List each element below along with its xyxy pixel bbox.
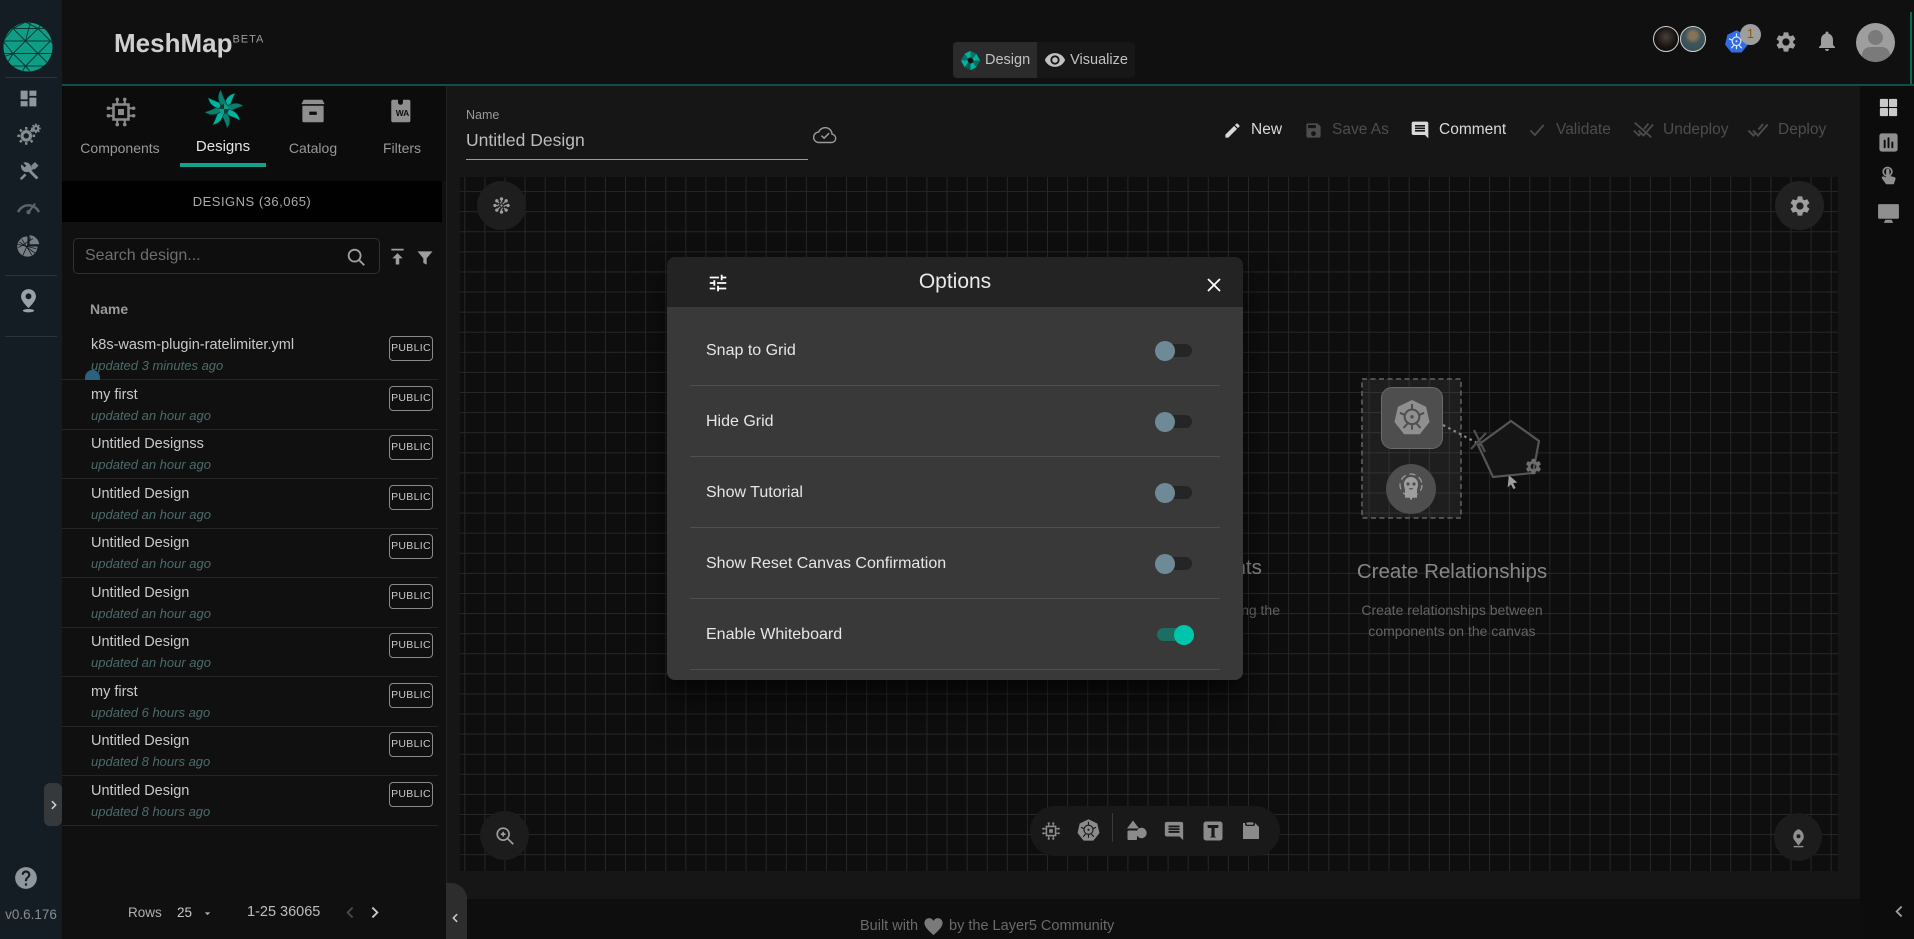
svg-text:WA: WA <box>396 108 410 118</box>
